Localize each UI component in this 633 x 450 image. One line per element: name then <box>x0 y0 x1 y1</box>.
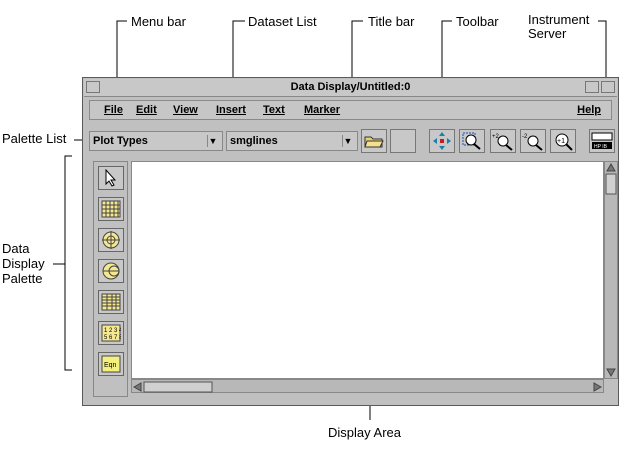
blank-button[interactable] <box>390 129 416 153</box>
callout-palette-list: Palette List <box>2 131 67 146</box>
table-icon <box>101 293 121 311</box>
list-icon: 1 2 3 4 5 6 7 8 <box>101 324 121 342</box>
palette-list-value: Plot Types <box>93 135 148 147</box>
menu-file[interactable]: File <box>104 104 123 116</box>
palette-pointer-button[interactable] <box>98 166 124 190</box>
toolbar: Plot Types ▼ smglines ▼ +2 -2 +1 HP IB <box>89 126 615 158</box>
menu-text[interactable]: Text <box>263 104 285 116</box>
zoom-reset-icon: +1 <box>555 133 573 151</box>
callout-toolbar: Toolbar <box>456 14 499 29</box>
callout-menu-bar: Menu bar <box>131 14 186 29</box>
horizontal-scrollbar-graphic <box>132 381 603 393</box>
palette-list-combo[interactable]: Plot Types ▼ <box>89 131 223 151</box>
move-arrows-icon <box>433 132 451 150</box>
palette-equation-button[interactable]: Eqn <box>98 352 124 376</box>
svg-text:5 6 7 8: 5 6 7 8 <box>104 335 121 341</box>
palette-list-button[interactable]: 1 2 3 4 5 6 7 8 <box>98 321 124 345</box>
zoom-out-icon: -2 <box>522 134 543 151</box>
palette-smith-chart-button[interactable] <box>98 259 124 283</box>
menu-help[interactable]: Help <box>577 104 601 116</box>
display-area[interactable] <box>131 161 604 379</box>
equation-label: Eqn <box>104 362 117 369</box>
open-button[interactable] <box>361 129 387 153</box>
zoom-out-button[interactable]: -2 <box>520 129 546 153</box>
open-folder-icon <box>364 136 384 148</box>
pointer-icon <box>105 169 117 187</box>
zoom-in-icon: +2 <box>492 134 513 151</box>
menu-bar: File Edit View Insert Text Marker Help <box>89 100 612 120</box>
palette-stacked-plot-button[interactable] <box>98 290 124 314</box>
zoom-in-button[interactable]: +2 <box>490 129 516 153</box>
title-bar[interactable]: Data Display/Untitled:0 <box>84 79 617 97</box>
instrument-server-button[interactable]: HP IB <box>589 129 615 153</box>
zoom-out-label: -2 <box>522 134 528 140</box>
zoom-reset-button[interactable]: +1 <box>550 129 576 153</box>
instrument-server-label: HP IB <box>594 144 608 150</box>
svg-text:1 2 3 4: 1 2 3 4 <box>104 328 121 334</box>
palette-list-dropdown-icon[interactable]: ▼ <box>207 135 218 147</box>
instrument-server-icon: HP IB <box>591 132 613 150</box>
callout-display-area: Display Area <box>328 425 401 440</box>
window-title: Data Display/Untitled:0 <box>290 81 411 93</box>
vertical-scrollbar-graphic <box>605 162 617 378</box>
menu-marker[interactable]: Marker <box>304 104 340 116</box>
vertical-scrollbar[interactable] <box>604 161 618 379</box>
callout-instrument-server: Instrument Server <box>528 12 590 41</box>
dataset-list-combo[interactable]: smglines ▼ <box>226 131 358 151</box>
zoom-box-button[interactable] <box>459 129 485 153</box>
equation-icon: Eqn <box>101 355 121 373</box>
dataset-list-dropdown-icon[interactable]: ▼ <box>342 135 353 147</box>
data-display-palette: 1 2 3 4 5 6 7 8 Eqn <box>93 161 128 397</box>
horizontal-scroll-thumb <box>143 381 213 393</box>
palette-polar-plot-button[interactable] <box>98 228 124 252</box>
scroll-down-arrow-icon <box>606 368 616 378</box>
palette-rectangular-plot-button[interactable] <box>98 197 124 221</box>
move-button[interactable] <box>429 129 455 153</box>
app-window: Data Display/Untitled:0 File Edit View I… <box>82 77 619 406</box>
menu-view[interactable]: View <box>173 104 198 116</box>
zoom-box-icon <box>462 132 481 150</box>
horizontal-scrollbar[interactable] <box>131 379 604 393</box>
callout-title-bar: Title bar <box>368 14 415 29</box>
menu-edit[interactable]: Edit <box>136 104 157 116</box>
scroll-left-arrow-icon <box>132 382 142 392</box>
zoom-reset-label: +1 <box>557 138 565 145</box>
menu-insert[interactable]: Insert <box>216 104 246 116</box>
callout-dataset-list: Dataset List <box>248 14 317 29</box>
dataset-list-value: smglines <box>230 135 278 147</box>
grid-icon <box>101 200 121 218</box>
scroll-right-arrow-icon <box>593 382 603 392</box>
maximize-button[interactable] <box>601 81 615 93</box>
smith-icon <box>102 262 120 280</box>
vertical-scroll-thumb <box>605 173 617 195</box>
callout-data-display-palette: Data Display Palette <box>2 241 45 286</box>
scroll-up-arrow-icon <box>606 162 616 172</box>
polar-icon <box>102 231 120 249</box>
minimize-button[interactable] <box>585 81 599 93</box>
